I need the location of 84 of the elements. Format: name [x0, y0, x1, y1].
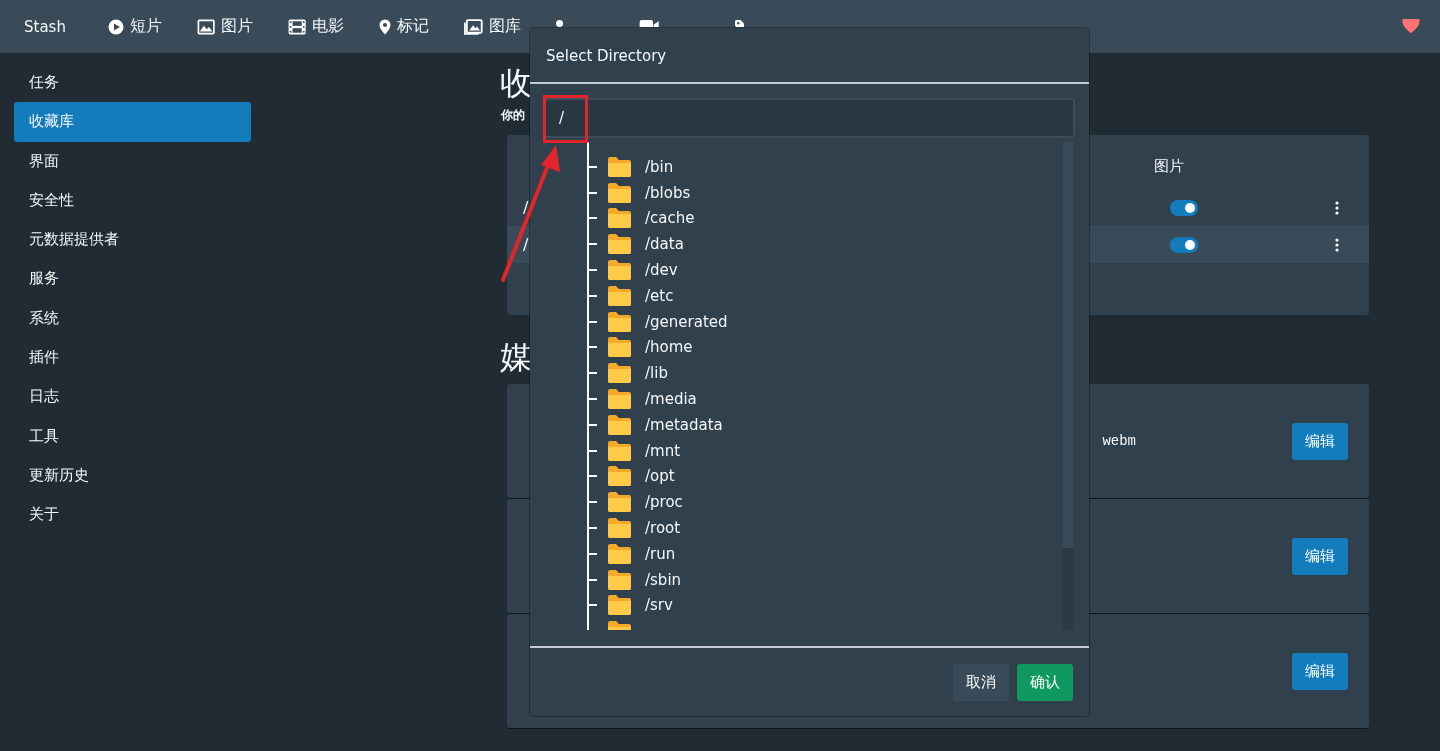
folder-icon	[607, 336, 632, 359]
folder-icon	[607, 465, 632, 488]
directory-item[interactable]: /srv	[589, 592, 728, 619]
image-icon	[196, 18, 216, 35]
nav-link[interactable]: 短片	[107, 16, 162, 37]
folder-icon	[607, 439, 632, 462]
person-icon	[555, 20, 563, 27]
annotation-box	[543, 95, 588, 143]
sidebar-item[interactable]: 收藏库	[14, 102, 251, 142]
folder-icon	[607, 233, 632, 256]
directory-item[interactable]: /root	[589, 515, 728, 541]
folder-icon	[607, 491, 632, 514]
directory-item[interactable]: /metadata	[589, 411, 728, 438]
directory-item[interactable]: /etc	[589, 283, 728, 309]
video-camera-icon	[638, 20, 660, 27]
confirm-button[interactable]: 确认	[1017, 663, 1073, 701]
sidebar-item[interactable]: 任务	[14, 63, 251, 103]
map-pin-icon	[379, 18, 392, 35]
path-text: /	[523, 198, 529, 217]
directory-item[interactable]: /lib	[589, 360, 728, 387]
directory-item[interactable]: /sbin	[589, 566, 728, 593]
heart-icon[interactable]	[1402, 19, 1420, 34]
directory-item[interactable]: /mnt	[589, 437, 728, 464]
directory-item[interactable]: /cache	[589, 205, 728, 232]
sidebar-item[interactable]: 关于	[14, 495, 251, 535]
sidebar-item[interactable]: 界面	[14, 141, 251, 181]
directory-item[interactable]: /blobs	[589, 179, 728, 206]
folder-icon	[607, 542, 632, 565]
folder-icon	[607, 413, 632, 436]
images-icon	[464, 18, 483, 35]
section-heading: 媒	[500, 337, 532, 377]
sidebar-item[interactable]: 元数据提供者	[14, 220, 251, 260]
page-description: 你的	[501, 107, 525, 123]
nav-icon-link[interactable]	[638, 20, 660, 27]
column-header: 图片	[1154, 156, 1185, 176]
directory-item[interactable]: /opt	[589, 463, 728, 490]
page-heading: 收	[500, 63, 532, 103]
folder-icon	[607, 568, 632, 591]
sidebar-item[interactable]: 服务	[14, 259, 251, 299]
extension-text: webm	[1102, 433, 1136, 449]
folder-icon	[607, 388, 632, 411]
folder-icon	[607, 207, 632, 230]
folder-icon	[607, 594, 632, 617]
toggle-switch[interactable]	[1170, 199, 1198, 216]
path-text: /	[523, 235, 529, 254]
edit-button[interactable]: 编辑	[1292, 422, 1348, 460]
directory-item[interactable]: /generated	[589, 308, 728, 335]
toggle-switch[interactable]	[1170, 236, 1198, 253]
sidebar-item[interactable]: 插件	[14, 338, 251, 378]
directory-item[interactable]: /media	[589, 386, 728, 412]
nav-link[interactable]: 图片	[196, 16, 254, 37]
nav-link[interactable]: 电影	[288, 16, 345, 37]
folder-icon	[607, 259, 632, 282]
directory-item[interactable]: /data	[589, 231, 728, 258]
directory-item[interactable]: /home	[589, 334, 728, 361]
directory-path-field[interactable]: /	[544, 98, 1075, 138]
brand-link[interactable]: Stash	[24, 17, 66, 36]
directory-item[interactable]: /bin	[589, 154, 728, 180]
edit-button[interactable]: 编辑	[1292, 652, 1348, 690]
nav-icon-link[interactable]	[555, 20, 563, 27]
directory-item[interactable]: /run	[589, 540, 728, 567]
directory-item[interactable]: /proc	[589, 489, 728, 516]
film-icon	[288, 18, 307, 35]
sidebar-item[interactable]: 日志	[14, 377, 251, 417]
nav-link[interactable]: 标记	[379, 16, 430, 37]
folder-icon	[607, 284, 632, 307]
kebab-menu-icon[interactable]	[1335, 237, 1339, 252]
nav-link[interactable]: 图库	[464, 16, 521, 37]
sidebar-item[interactable]: 更新历史	[14, 455, 251, 496]
directory-item[interactable]: /dev	[589, 257, 728, 283]
folder-icon	[607, 362, 632, 385]
sidebar-item[interactable]: 系统	[14, 298, 251, 339]
edit-button[interactable]: 编辑	[1292, 537, 1348, 575]
dialog-title: Select Directory	[530, 28, 1089, 84]
nav-icon-link[interactable]	[735, 20, 745, 27]
folder-icon	[607, 517, 632, 540]
sidebar-item[interactable]: 工具	[14, 416, 251, 456]
play-icon	[107, 18, 124, 35]
kebab-menu-icon[interactable]	[1335, 200, 1339, 215]
folder-icon	[607, 181, 632, 204]
sidebar-item[interactable]: 安全性	[14, 180, 251, 221]
folder-icon	[607, 155, 632, 178]
folder-icon	[607, 310, 632, 333]
cancel-button[interactable]: 取消	[953, 663, 1009, 701]
